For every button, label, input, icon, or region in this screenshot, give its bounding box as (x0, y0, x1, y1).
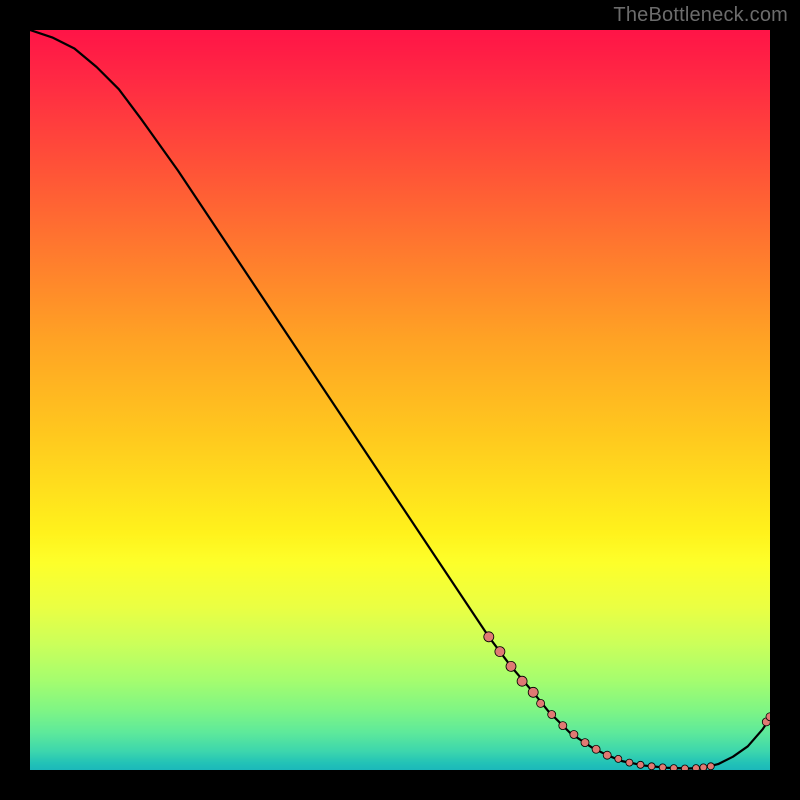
data-marker (528, 687, 538, 697)
data-marker (659, 764, 666, 770)
data-marker (506, 661, 516, 671)
data-marker (559, 722, 567, 730)
chart-stage: TheBottleneck.com (0, 0, 800, 800)
data-marker (681, 765, 688, 770)
plot-area (30, 30, 770, 770)
data-marker (637, 761, 644, 768)
data-marker (603, 751, 611, 759)
data-marker (626, 759, 633, 766)
data-marker (570, 730, 578, 738)
chart-svg (30, 30, 770, 770)
data-markers (484, 632, 770, 770)
data-marker (648, 763, 655, 770)
data-marker (495, 647, 505, 657)
data-marker (693, 765, 700, 770)
bottleneck-curve (30, 30, 770, 769)
data-marker (670, 765, 677, 770)
data-marker (517, 676, 527, 686)
data-marker (707, 763, 714, 770)
data-marker (700, 764, 707, 770)
data-marker (615, 755, 622, 762)
data-marker (581, 739, 589, 747)
data-marker (484, 632, 494, 642)
attribution-text: TheBottleneck.com (613, 4, 788, 27)
data-marker (548, 711, 556, 719)
data-marker (592, 745, 600, 753)
data-marker (537, 699, 545, 707)
